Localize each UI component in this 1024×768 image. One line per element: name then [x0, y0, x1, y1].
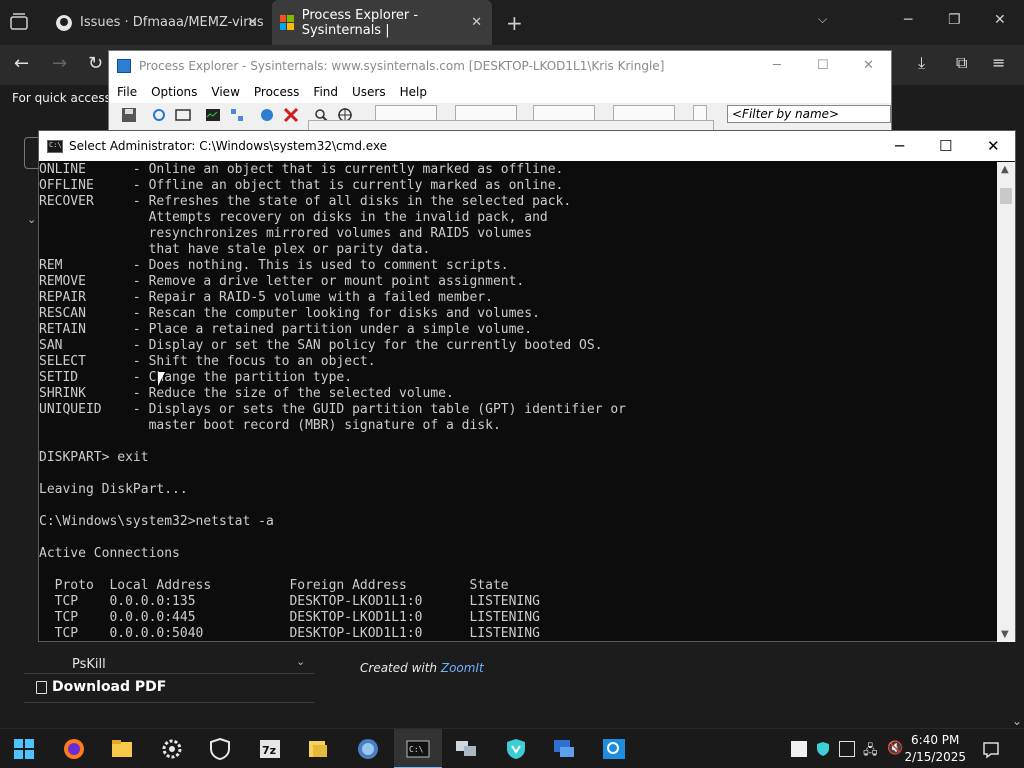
menu-help[interactable]: Help	[400, 85, 427, 99]
cmd-icon	[47, 139, 63, 153]
taskbar: 7z C:\ 🖧 🔇 6:40 PM 2/15/2025	[0, 728, 1024, 768]
show-process-tree-icon[interactable]	[205, 107, 221, 123]
menu-find[interactable]: Find	[313, 85, 338, 99]
forward-icon[interactable]: →	[52, 53, 67, 74]
system-info-icon[interactable]	[175, 107, 191, 123]
close-icon[interactable]: ✕	[863, 58, 874, 73]
browser-tab-bar: Issues · Dfmaaa/MEMZ-virus ✕ Process Exp…	[0, 0, 1024, 45]
new-tab-icon[interactable]: +	[506, 11, 523, 35]
zoomit-link[interactable]: ZoomIt	[441, 661, 484, 675]
kill-process-icon[interactable]	[283, 107, 299, 123]
file-explorer-icon[interactable]	[110, 737, 134, 761]
list-tabs-icon[interactable]: ⌵	[818, 12, 827, 27]
extensions-icon[interactable]: ⧉	[956, 53, 967, 73]
menu-options[interactable]: Options	[151, 85, 197, 99]
filter-by-name-input[interactable]: <Filter by name>	[727, 105, 891, 123]
tab-label: Issues · Dfmaaa/MEMZ-virus	[80, 15, 264, 30]
tab-actions-icon[interactable]	[8, 12, 30, 32]
download-pdf-label: Download PDF	[52, 679, 167, 695]
menu-users[interactable]: Users	[352, 85, 386, 99]
volume-muted-icon[interactable]: 🔇	[887, 741, 903, 757]
minimize-icon[interactable]: ─	[904, 12, 912, 28]
console-output[interactable]: ONLINE - Online an object that is curren…	[39, 162, 997, 642]
vpn-icon[interactable]	[504, 737, 528, 761]
divider	[24, 702, 314, 703]
menu-file[interactable]: File	[117, 85, 137, 99]
svg-text:C:\: C:\	[409, 745, 424, 754]
tray-app-icon[interactable]	[791, 741, 807, 757]
remote-desktop-icon[interactable]	[552, 737, 576, 761]
reload-icon[interactable]: ↻	[88, 53, 103, 74]
dll-view-icon[interactable]	[229, 107, 245, 123]
settings-icon[interactable]	[160, 737, 184, 761]
refresh-icon[interactable]	[151, 107, 167, 123]
close-icon[interactable]: ✕	[987, 137, 1000, 155]
console-scrollbar[interactable]: ▲ ▼	[997, 162, 1015, 642]
tab-process-explorer[interactable]: Process Explorer - Sysinternals | ✕	[272, 0, 492, 45]
process-explorer-app-icon	[117, 59, 131, 73]
close-icon[interactable]: ✕	[247, 15, 258, 30]
window-title: Process Explorer - Sysinternals: www.sys…	[139, 59, 665, 73]
network-computers-icon[interactable]	[454, 737, 478, 761]
7zip-icon[interactable]: 7z	[258, 737, 282, 761]
tray-window-icon[interactable]	[839, 741, 855, 757]
folder-app-icon[interactable]	[306, 737, 330, 761]
restore-icon[interactable]: ❐	[948, 12, 961, 28]
scroll-up-icon[interactable]: ▲	[1001, 164, 1009, 175]
target-process-icon[interactable]	[259, 107, 275, 123]
created-with-caption: Created with ZoomIt	[360, 661, 484, 675]
close-icon[interactable]: ✕	[471, 15, 482, 30]
chevron-down-icon[interactable]: ⌄	[296, 655, 305, 668]
menu-process[interactable]: Process	[254, 85, 300, 99]
system-clock[interactable]: 6:40 PM 2/15/2025	[904, 732, 966, 766]
page-scroll-down-icon[interactable]: ⌄	[1012, 714, 1022, 728]
save-icon[interactable]	[121, 107, 137, 123]
menu-icon[interactable]: ≡	[992, 53, 1005, 72]
scrollbar-thumb[interactable]	[1000, 188, 1012, 204]
clock-time: 6:40 PM	[911, 733, 960, 747]
cmd-icon[interactable]: C:\	[406, 737, 430, 761]
cmd-window: Select Administrator: C:\Windows\system3…	[38, 130, 1016, 642]
notifications-icon[interactable]	[982, 741, 1000, 759]
scroll-down-icon[interactable]: ▼	[1001, 629, 1009, 640]
tab-github-issues[interactable]: Issues · Dfmaaa/MEMZ-virus ✕	[44, 0, 268, 45]
pdf-icon	[36, 680, 47, 694]
maximize-icon[interactable]: ☐	[939, 137, 952, 155]
firefox-icon[interactable]	[62, 737, 86, 761]
console-text: ONLINE - Online an object that is curren…	[39, 162, 626, 641]
sidebar-item-pskill[interactable]: PsKill	[72, 657, 106, 672]
github-icon	[56, 14, 72, 31]
back-icon[interactable]: ←	[14, 53, 29, 74]
clock-date: 2/15/2025	[904, 750, 966, 764]
browser-globe-icon[interactable]	[356, 737, 380, 761]
created-with-text: Created with	[360, 661, 441, 675]
security-icon[interactable]	[208, 737, 232, 761]
minimize-icon[interactable]: ─	[895, 137, 904, 155]
menu-view[interactable]: View	[211, 85, 239, 99]
cmd-titlebar[interactable]: Select Administrator: C:\Windows\system3…	[39, 131, 1015, 161]
magnifier-icon[interactable]	[602, 737, 626, 761]
svg-text:7z: 7z	[262, 744, 276, 757]
divider	[24, 673, 314, 674]
window-title: Select Administrator: C:\Windows\system3…	[69, 139, 388, 153]
mouse-cursor-icon	[158, 372, 165, 386]
download-pdf-link[interactable]: Download PDF	[36, 679, 166, 695]
start-icon[interactable]	[12, 737, 36, 761]
vpn-tray-icon[interactable]	[815, 741, 831, 757]
microsoft-icon	[280, 15, 294, 30]
network-icon[interactable]: 🖧	[863, 741, 879, 758]
tab-label: Process Explorer - Sysinternals |	[301, 7, 419, 38]
minimize-icon[interactable]: ─	[773, 58, 781, 73]
close-window-icon[interactable]: ✕	[994, 12, 1006, 28]
maximize-icon[interactable]: ☐	[817, 58, 829, 73]
process-explorer-titlebar[interactable]: Process Explorer - Sysinternals: www.sys…	[109, 51, 891, 81]
chevron-down-icon[interactable]: ⌄	[27, 213, 36, 226]
downloads-icon[interactable]: ⤓	[918, 53, 925, 73]
process-explorer-menubar: File Options View Process Find Users Hel…	[109, 81, 891, 103]
